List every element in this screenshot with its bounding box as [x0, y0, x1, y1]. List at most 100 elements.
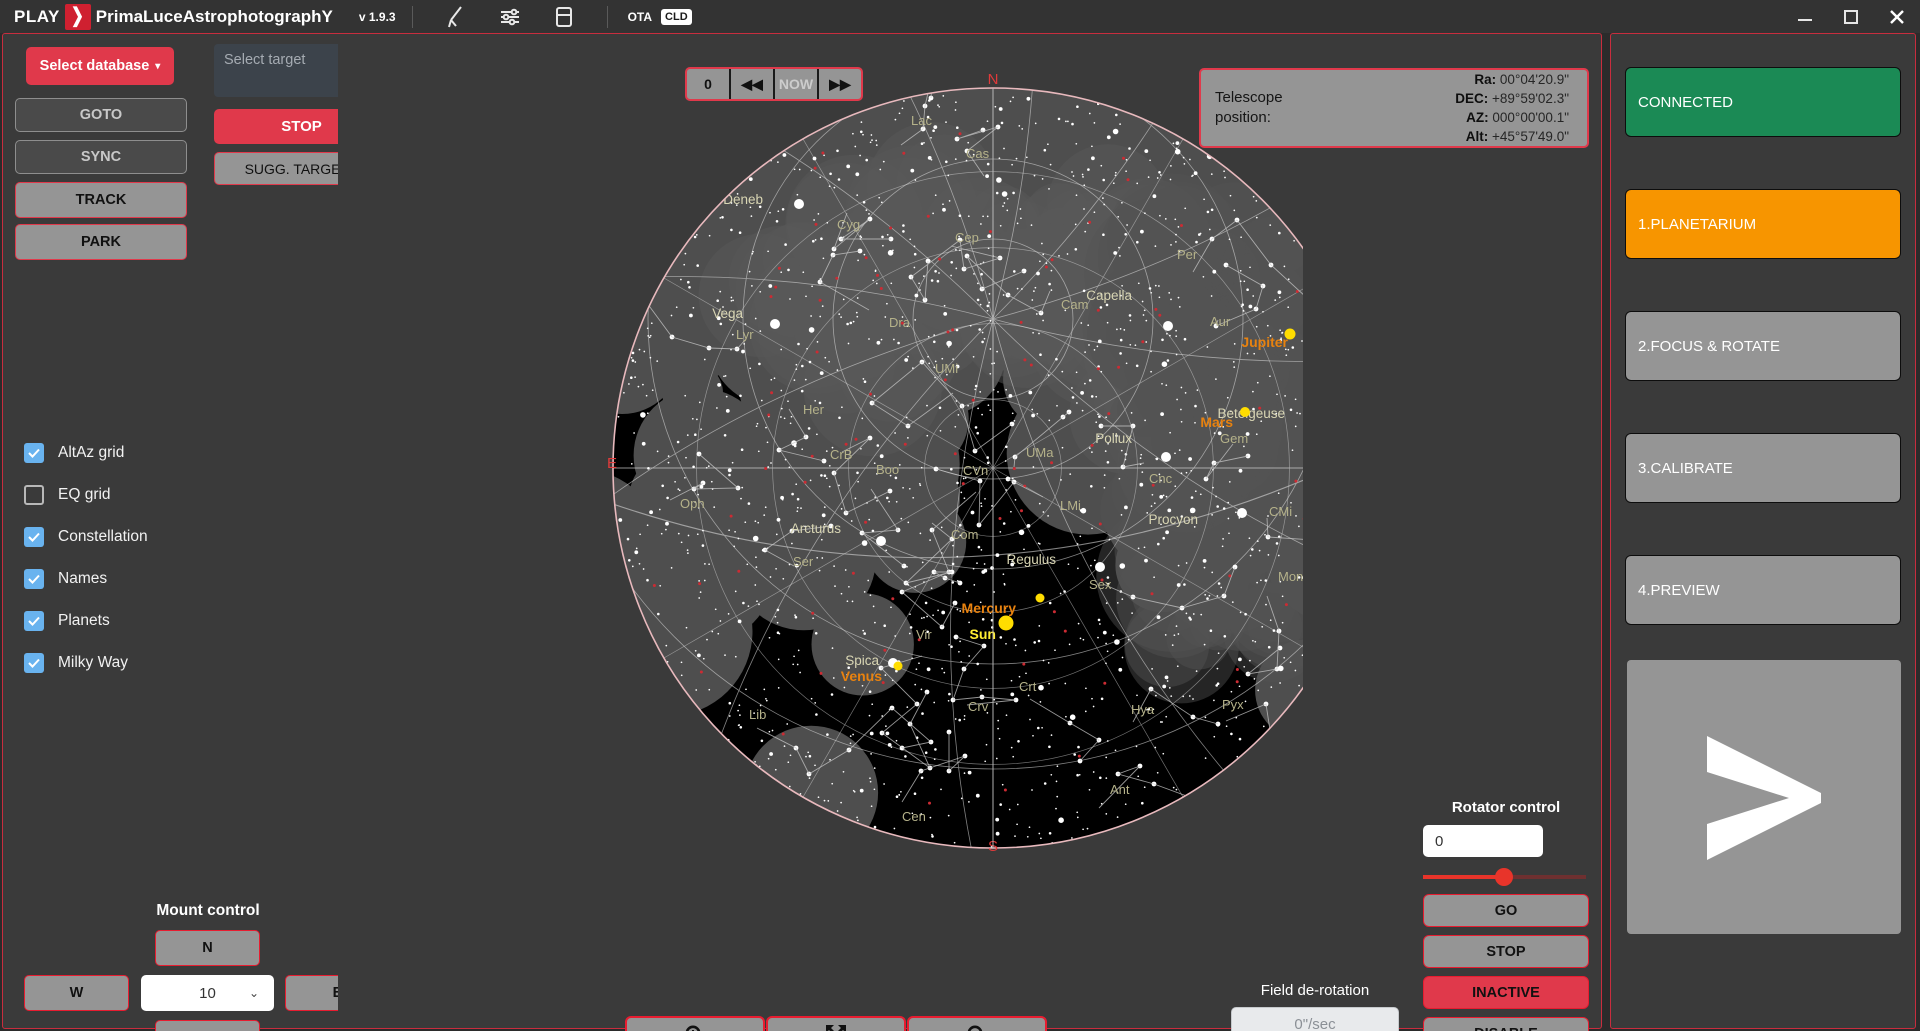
sync-button[interactable]: SYNC [15, 140, 187, 174]
rotator-go-button[interactable]: GO [1423, 894, 1589, 927]
view-option-label: EQ grid [58, 486, 111, 503]
constellation-label: Pyx [1222, 697, 1244, 712]
constellation-label: Cas [966, 146, 990, 161]
constellation-label: Com [951, 527, 978, 542]
constellation-label: UMi [935, 361, 958, 376]
constellation-label: Lyr [736, 327, 754, 342]
close-icon[interactable] [1874, 0, 1920, 33]
constellation-label: Cnc [1149, 471, 1173, 486]
right-sidebar: CONNECTED 1.PLANETARIUM 2.FOCUS & ROTATE… [1610, 33, 1916, 1029]
view-option-row[interactable]: Planets [24, 600, 148, 642]
time-rewind-button[interactable]: ◀◀ [731, 69, 775, 99]
checkbox-checked-icon[interactable] [24, 611, 44, 631]
app-play-label: PLAY [14, 6, 60, 26]
zoom-in-button[interactable] [625, 1016, 765, 1031]
bright-star-dot [876, 536, 886, 546]
checkbox-checked-icon[interactable] [24, 569, 44, 589]
bright-star-dot [1237, 508, 1247, 518]
step-calibrate-button[interactable]: 3.CALIBRATE [1625, 433, 1901, 503]
rotator-inactive-badge[interactable]: INACTIVE [1423, 976, 1589, 1009]
planet-dot[interactable] [998, 615, 1014, 631]
bright-star-dot [1095, 562, 1105, 572]
time-now-button[interactable]: NOW [775, 69, 819, 99]
rotator-control-group: Rotator control 0 GO STOP INACTIVE DISAB… [1423, 799, 1589, 1031]
minimize-icon[interactable] [1782, 0, 1828, 33]
bright-star-dot [1161, 452, 1171, 462]
rotator-disable-button[interactable]: DISABLE [1423, 1017, 1589, 1031]
rotator-slider-handle[interactable] [1495, 868, 1513, 886]
cardinal-label: N [988, 71, 999, 88]
fit-screen-button[interactable] [766, 1016, 906, 1031]
time-forward-button[interactable]: ▶▶ [819, 69, 861, 99]
planet-dot[interactable] [893, 661, 903, 671]
chevron-down-icon: ⌄ [248, 986, 259, 1000]
zoom-out-button[interactable] [907, 1016, 1047, 1031]
constellation-label: Ser [793, 554, 814, 569]
telescope-ra-key: Ra: [1474, 71, 1497, 87]
bright-star-dot [1163, 321, 1173, 331]
field-derotation-title: Field de-rotation [1260, 982, 1370, 999]
bright-star-label: Arcturus [791, 521, 842, 536]
rotator-value-input[interactable]: 0 [1423, 825, 1543, 857]
planet-label: Venus [841, 668, 882, 684]
cld-badge[interactable]: CLD [661, 8, 692, 25]
sliders-icon[interactable] [495, 4, 525, 30]
rotator-slider[interactable] [1423, 868, 1586, 886]
step-focus-rotate-button[interactable]: 2.FOCUS & ROTATE [1625, 311, 1901, 381]
mount-south-button[interactable]: S [155, 1020, 260, 1031]
ota-label[interactable]: OTA [628, 10, 652, 24]
chevron-down-icon: ▾ [155, 60, 161, 72]
view-option-row[interactable]: Constellation [24, 516, 148, 558]
planet-dot[interactable] [1240, 407, 1250, 417]
view-option-row[interactable]: EQ grid [24, 474, 148, 516]
step-planetarium-button[interactable]: 1.PLANETARIUM [1625, 189, 1901, 259]
view-option-row[interactable]: AltAz grid [24, 432, 148, 474]
constellation-label: Aur [1210, 314, 1231, 329]
view-option-row[interactable]: Names [24, 558, 148, 600]
telescope-dec-value: +89°59'02.3" [1492, 90, 1569, 106]
bright-star-label: Pollux [1095, 431, 1132, 446]
telescope-position-values: Ra: 00°04'20.9" DEC: +89°59'02.3" AZ: 00… [1331, 70, 1587, 147]
planet-dot[interactable] [1035, 593, 1045, 603]
view-option-label: Names [58, 570, 108, 587]
goto-button[interactable]: GOTO [15, 98, 187, 132]
park-button[interactable]: PARK [15, 224, 187, 260]
mount-north-button[interactable]: N [155, 930, 260, 966]
view-option-label: Planets [58, 612, 110, 629]
toolbar-divider-2 [606, 5, 608, 28]
select-database-button[interactable]: Select database ▾ [26, 47, 174, 85]
cardinal-label: E [607, 455, 617, 472]
telescope-position-label: Telescope position: [1215, 88, 1283, 126]
rotator-stop-button[interactable]: STOP [1423, 935, 1589, 968]
connection-status-badge[interactable]: CONNECTED [1625, 67, 1901, 137]
preview-placeholder-box [1627, 660, 1901, 934]
checkbox-checked-icon[interactable] [24, 653, 44, 673]
bright-star-label: Vega [712, 306, 743, 321]
constellation-label: LMi [1060, 498, 1081, 513]
constellation-label: Gem [1220, 431, 1248, 446]
constellation-label: Cen [902, 809, 926, 824]
constellation-label: Dra [889, 315, 911, 330]
mount-west-button[interactable]: W [24, 975, 129, 1011]
step-preview-button[interactable]: 4.PREVIEW [1625, 555, 1901, 625]
primaluce-logo-icon: ❯ [64, 3, 91, 30]
toolbar-divider-1 [411, 5, 413, 28]
bright-star-label: Regulus [1006, 552, 1056, 567]
window-controls [1782, 0, 1920, 33]
telescope-ra-row: Ra: 00°04'20.9" [1331, 70, 1569, 89]
view-option-label: Constellation [58, 528, 148, 545]
mount-step-select[interactable]: 10 ⌄ [141, 975, 274, 1011]
planetarium-sky-map[interactable]: LacCasCygCepPerCamAurDraLyrUMiOriHerGemC… [338, 34, 1303, 1028]
panel-icon[interactable] [549, 4, 579, 30]
checkbox-checked-icon[interactable] [24, 527, 44, 547]
view-option-label: AltAz grid [58, 444, 125, 461]
track-button[interactable]: TRACK [15, 182, 187, 218]
telescope-icon[interactable] [441, 4, 471, 30]
constellation-label: Cyg [837, 217, 860, 232]
fit-screen-icon [826, 1024, 846, 1031]
view-option-row[interactable]: Milky Way [24, 642, 148, 684]
constellation-label: CVn [963, 463, 988, 478]
checkbox-checked-icon[interactable] [24, 443, 44, 463]
checkbox-unchecked-icon[interactable] [24, 485, 44, 505]
maximize-icon[interactable] [1828, 0, 1874, 33]
